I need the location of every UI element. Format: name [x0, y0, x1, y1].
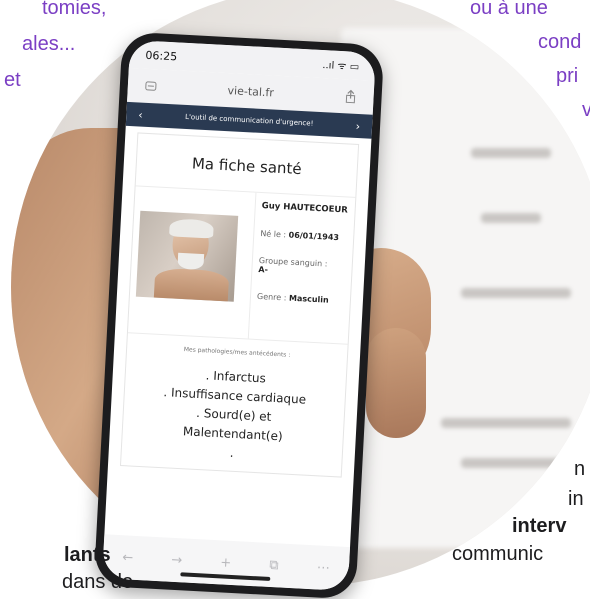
- health-card: Ma fiche santé Guy HAUTECOEUR Né le : 06…: [120, 132, 359, 477]
- hand-thumb: [366, 328, 426, 438]
- bg-text-top-left: tomies, ales... et: [0, 0, 100, 94]
- blood-group-label: Groupe sanguin :: [259, 256, 346, 270]
- birth-date-row: Né le : 06/01/1943: [260, 229, 347, 243]
- status-icons: ..ıl ᯤ ▭: [322, 57, 360, 73]
- bg-text-bottom-left: dans de: [62, 568, 133, 596]
- bg-text-line: ales...: [0, 22, 100, 58]
- back-arrow-icon[interactable]: ←: [122, 550, 134, 566]
- chevron-left-icon[interactable]: ‹: [138, 108, 143, 121]
- forward-arrow-icon[interactable]: →: [171, 552, 183, 568]
- blood-group-value: A-: [258, 265, 268, 274]
- profile-info: Guy HAUTECOEUR Né le : 06/01/1943 Groupe…: [249, 193, 356, 344]
- chevron-right-icon[interactable]: ›: [355, 119, 360, 132]
- gender-label: Genre :: [257, 292, 289, 303]
- bg-text-bottom-right-bold: interv: [512, 512, 566, 540]
- profile-section: Guy HAUTECOEUR Né le : 06/01/1943 Groupe…: [128, 186, 355, 344]
- gender-row: Genre : Masculin: [257, 292, 344, 306]
- pathologies-list: . Infarctus . Insuffisance cardiaque . S…: [121, 362, 346, 476]
- navbar-title: L'outil de communication d'urgence!: [185, 113, 314, 128]
- patient-name: Guy HAUTECOEUR: [261, 201, 348, 216]
- birth-date-value: 06/01/1943: [288, 230, 339, 242]
- bg-text-bottom-right-3: communic: [452, 540, 543, 568]
- page-settings-icon[interactable]: [141, 77, 160, 96]
- profile-photo: [128, 186, 256, 338]
- portrait-image: [136, 211, 238, 302]
- blood-group-row: Groupe sanguin : A-: [258, 256, 346, 279]
- phone-screen: 06:25 ..ıl ᯤ ▭ vie-tal.fr ‹ L'outil de c…: [102, 40, 376, 591]
- smartphone: 06:25 ..ıl ᯤ ▭ vie-tal.fr ‹ L'outil de c…: [94, 32, 385, 599]
- gender-value: Masculin: [289, 294, 329, 305]
- more-icon[interactable]: ⋯: [316, 560, 330, 576]
- browser-toolbar: ← → + ⧉ ⋯: [102, 534, 350, 591]
- bg-text-bottom-right-1: n: [574, 455, 585, 483]
- new-tab-icon[interactable]: +: [220, 555, 232, 571]
- birth-date-label: Né le :: [260, 229, 289, 239]
- url-text[interactable]: vie-tal.fr: [227, 84, 274, 99]
- share-icon[interactable]: [341, 87, 360, 106]
- bg-text-line: tomies,: [0, 0, 100, 22]
- bg-text-bottom-right-2: in: [568, 485, 584, 513]
- home-indicator: [180, 572, 270, 581]
- bg-text-bottom-left-bold: lants: [64, 541, 111, 569]
- bg-text-line: ou à une: [470, 0, 590, 22]
- status-time: 06:25: [145, 48, 177, 63]
- tabs-icon[interactable]: ⧉: [269, 557, 279, 572]
